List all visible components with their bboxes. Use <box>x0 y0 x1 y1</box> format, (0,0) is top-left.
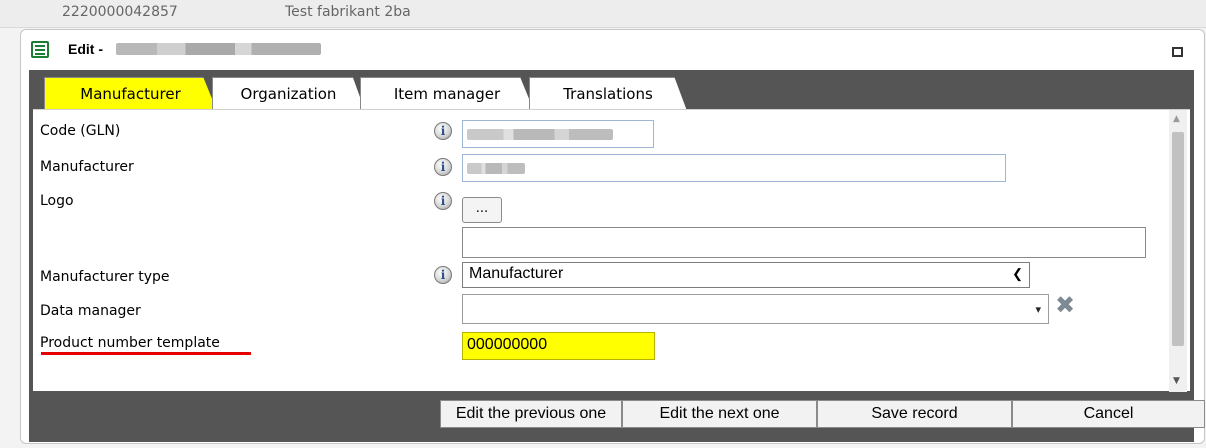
background-row-code: 2220000042857 <box>62 4 178 20</box>
manufacturer-label: Manufacturer <box>40 159 134 175</box>
save-record-button[interactable]: Save record <box>817 400 1012 428</box>
tab-manufacturer[interactable]: Manufacturer <box>44 77 217 111</box>
form-icon <box>31 41 49 58</box>
product-number-template-label: Product number template <box>40 335 220 351</box>
maximize-icon[interactable] <box>1172 47 1183 57</box>
code-label: Code (GLN) <box>40 123 121 139</box>
manufacturer-type-select[interactable]: Manufacturer ❮ <box>462 262 1030 288</box>
logo-path-field[interactable] <box>462 227 1146 258</box>
background-row-name: Test fabrikant 2ba <box>285 4 411 20</box>
clear-icon[interactable]: ✖ <box>1054 293 1076 317</box>
info-icon[interactable]: i <box>434 266 452 284</box>
tab-translations[interactable]: Translations <box>529 77 687 111</box>
scroll-down-icon[interactable]: ▼ <box>1173 376 1180 386</box>
red-underline-annotation <box>41 352 251 355</box>
edit-previous-button[interactable]: Edit the previous one <box>440 400 622 428</box>
scrollbar-thumb[interactable] <box>1172 132 1184 346</box>
manufacturer-type-value: Manufacturer <box>469 265 564 282</box>
data-manager-select[interactable]: ▾ <box>462 294 1049 324</box>
redacted-manufacturer-value <box>467 163 525 174</box>
chevron-down-icon: ❮ <box>1012 266 1023 281</box>
manufacturer-field[interactable] <box>462 154 1006 182</box>
info-icon[interactable]: i <box>434 158 452 176</box>
edit-next-button[interactable]: Edit the next one <box>622 400 817 428</box>
product-number-template-field[interactable]: 000000000 <box>462 332 655 360</box>
edit-dialog: Edit - Manufacturer Organization Item ma… <box>20 29 1205 444</box>
info-icon[interactable]: i <box>434 192 452 210</box>
scroll-up-icon[interactable]: ▲ <box>1173 114 1180 124</box>
dialog-titlebar[interactable]: Edit - <box>21 30 1204 68</box>
tab-frame: Manufacturer Organization Item manager T… <box>29 70 1205 442</box>
dialog-title: Edit - <box>68 41 103 57</box>
background-table-row[interactable]: 2220000042857 Test fabrikant 2ba <box>0 0 1206 28</box>
vertical-scrollbar[interactable]: ▲ ▼ <box>1169 110 1187 392</box>
cancel-button[interactable]: Cancel <box>1012 400 1205 428</box>
redacted-code-value <box>467 129 613 140</box>
logo-label: Logo <box>40 193 74 209</box>
manufacturer-type-label: Manufacturer type <box>40 269 170 285</box>
code-field[interactable] <box>462 120 654 148</box>
logo-browse-button[interactable]: ... <box>462 197 502 223</box>
dropdown-arrow-icon: ▾ <box>1035 303 1041 316</box>
redacted-title-text <box>116 43 321 55</box>
data-manager-label: Data manager <box>40 303 141 319</box>
tab-organization[interactable]: Organization <box>212 77 365 111</box>
form-panel: Code (GLN) i Manufacturer i Logo i ... M… <box>33 109 1190 392</box>
tab-item-manager[interactable]: Item manager <box>360 77 534 111</box>
info-icon[interactable]: i <box>434 122 452 140</box>
